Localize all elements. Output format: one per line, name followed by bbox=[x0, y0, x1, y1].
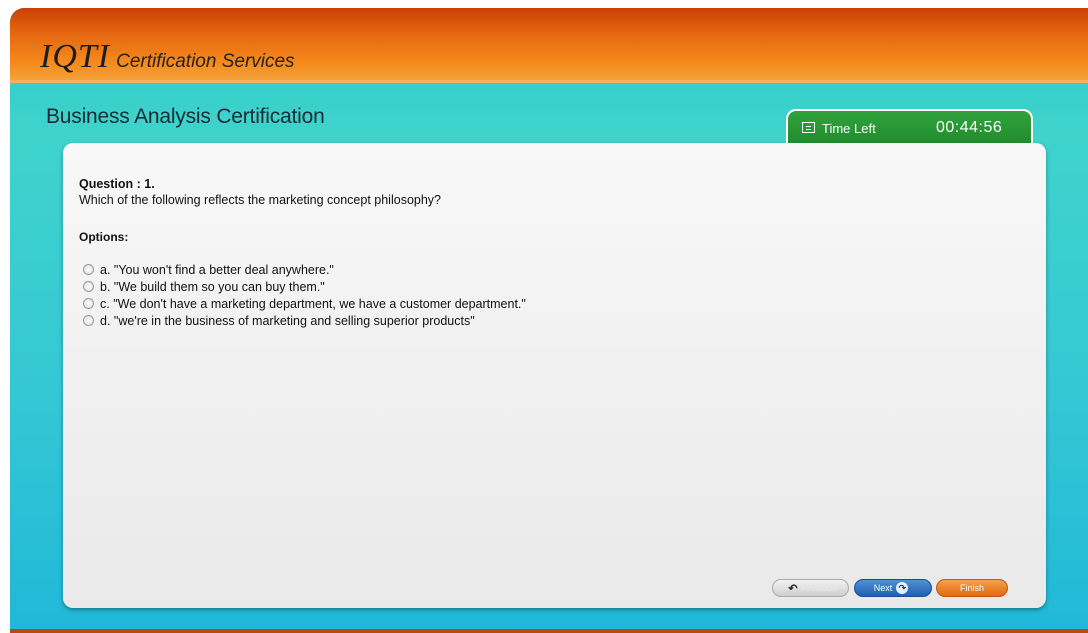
time-left-panel: Time Left 00:44:56 bbox=[786, 109, 1033, 147]
next-arrow-icon: ↷ bbox=[896, 582, 909, 594]
logo-mark: IQTI bbox=[40, 38, 111, 75]
option-d[interactable]: d. "we're in the business of marketing a… bbox=[83, 312, 526, 329]
finish-button[interactable]: Finish bbox=[936, 579, 1008, 597]
question-number: Question : 1. bbox=[79, 177, 155, 191]
question-text: Which of the following reflects the mark… bbox=[79, 193, 441, 207]
timer-icon bbox=[802, 122, 815, 133]
option-c[interactable]: c. "We don't have a marketing department… bbox=[83, 295, 526, 312]
option-c-label[interactable]: c. "We don't have a marketing department… bbox=[100, 297, 526, 311]
option-b[interactable]: b. "We build them so you can buy them." bbox=[83, 278, 526, 295]
option-c-radio[interactable] bbox=[83, 298, 94, 309]
page-title: Business Analysis Certification bbox=[46, 105, 325, 128]
option-a-radio[interactable] bbox=[83, 264, 94, 275]
time-left-value: 00:44:56 bbox=[936, 119, 1003, 136]
option-d-radio[interactable] bbox=[83, 315, 94, 326]
options-list: a. "You won't find a better deal anywher… bbox=[83, 261, 526, 329]
previous-button-label: Previous bbox=[801, 583, 837, 593]
option-b-radio[interactable] bbox=[83, 281, 94, 292]
option-a[interactable]: a. "You won't find a better deal anywher… bbox=[83, 261, 526, 278]
option-d-label[interactable]: d. "we're in the business of marketing a… bbox=[100, 314, 475, 328]
back-arrow-icon: ↶ bbox=[788, 582, 798, 595]
next-button[interactable]: Next ↷ bbox=[854, 579, 932, 597]
option-b-label[interactable]: b. "We build them so you can buy them." bbox=[100, 280, 325, 294]
option-a-label[interactable]: a. "You won't find a better deal anywher… bbox=[100, 263, 334, 277]
time-left-label: Time Left bbox=[822, 121, 876, 136]
next-button-label: Next bbox=[873, 583, 893, 593]
finish-button-label: Finish bbox=[959, 583, 984, 593]
app-frame: IQTI Certification Services Business Ana… bbox=[10, 8, 1088, 633]
header-bar: IQTI Certification Services bbox=[10, 8, 1088, 83]
logo-text: Certification Services bbox=[116, 51, 295, 72]
options-label: Options: bbox=[79, 230, 129, 244]
logo: IQTI Certification Services bbox=[40, 38, 295, 75]
question-panel: Question : 1. Which of the following ref… bbox=[63, 143, 1046, 608]
previous-button[interactable]: ↶ Previous bbox=[772, 579, 849, 597]
